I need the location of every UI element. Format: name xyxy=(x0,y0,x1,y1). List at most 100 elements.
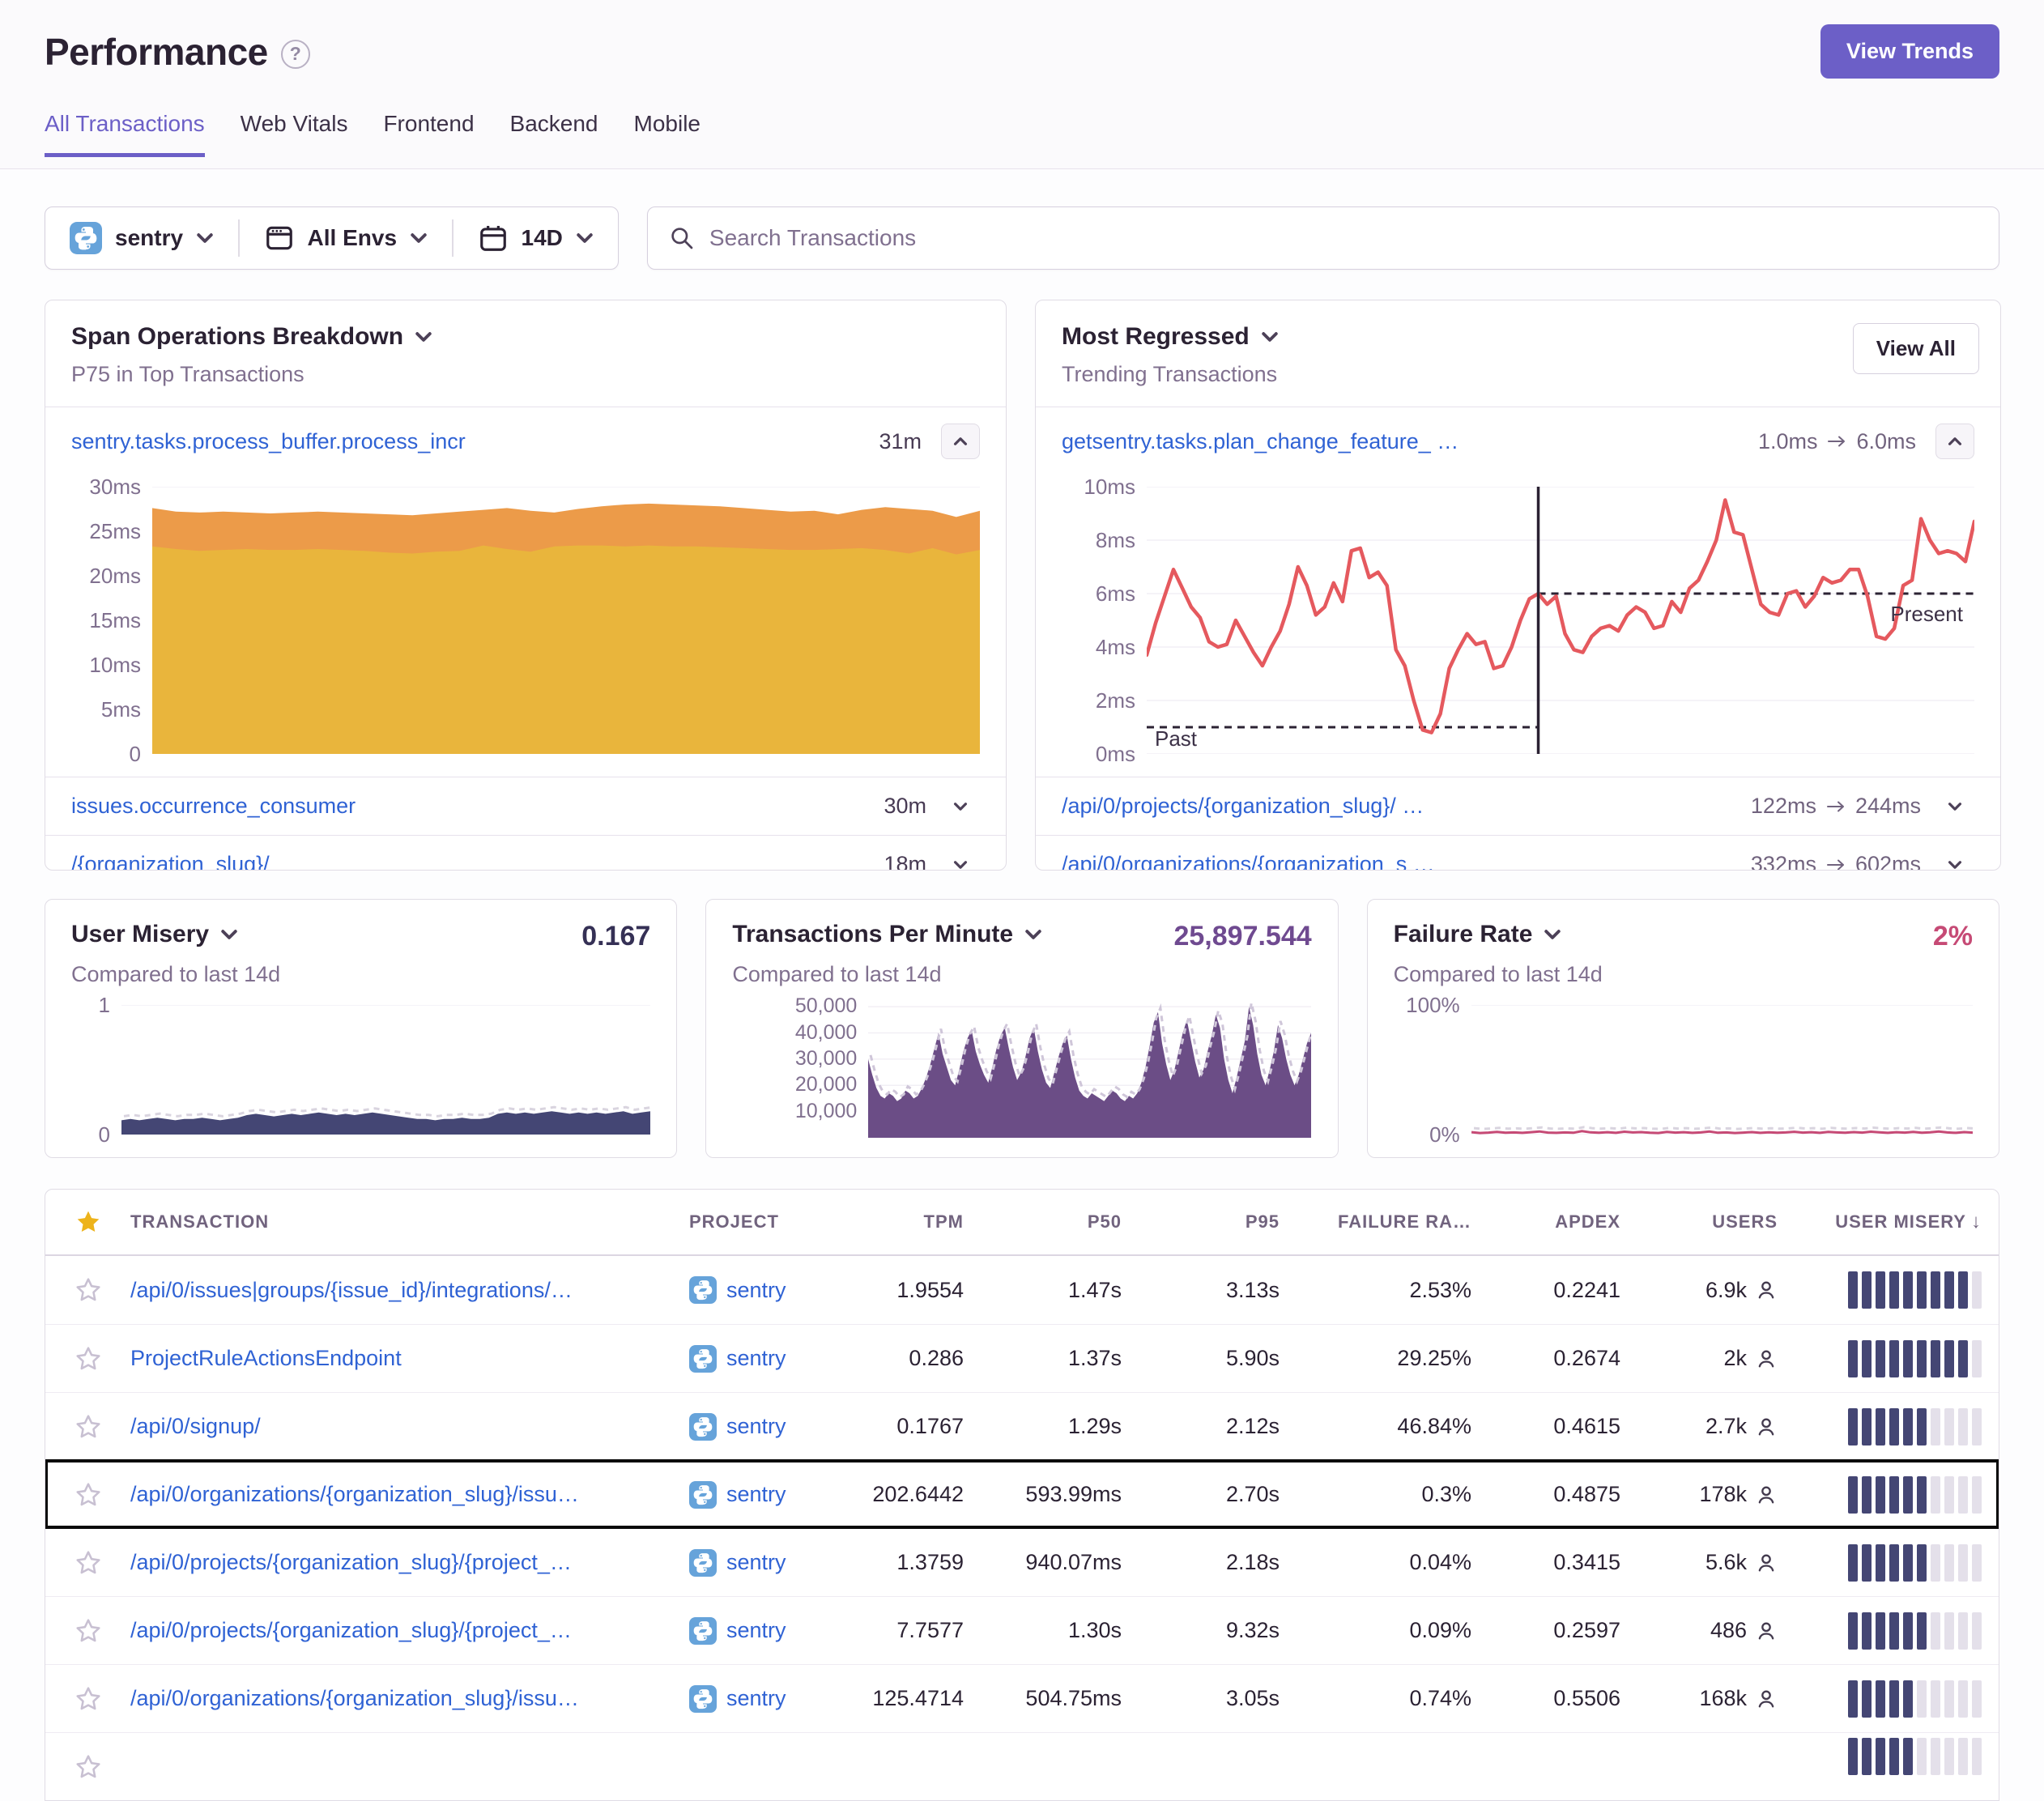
table-row[interactable]: /api/0/issues|groups/{issue_id}/integrat… xyxy=(45,1256,1999,1324)
view-all-button[interactable]: View All xyxy=(1853,323,1979,374)
apdex-cell: 0.2674 xyxy=(1476,1346,1625,1371)
users-count: 6.9k xyxy=(1705,1278,1747,1303)
project-link[interactable]: sentry xyxy=(689,1345,859,1373)
project-name: sentry xyxy=(726,1346,786,1371)
table-row[interactable]: /api/0/signup/ sentry 0.1767 1.29s 2.12s… xyxy=(45,1392,1999,1460)
column-header[interactable]: PROJECT xyxy=(689,1211,859,1233)
transaction-link[interactable]: /api/0/organizations/{organization_slug}… xyxy=(130,1686,689,1711)
star-header-icon[interactable] xyxy=(75,1208,102,1236)
star-icon[interactable] xyxy=(75,1345,102,1373)
column-header[interactable]: USERS xyxy=(1625,1211,1782,1233)
column-header[interactable]: P95 xyxy=(1126,1211,1284,1233)
user-icon xyxy=(1755,1620,1778,1642)
column-header[interactable]: TPM xyxy=(859,1211,969,1233)
user-misery-value: 0.167 xyxy=(581,921,650,952)
column-header[interactable]: TRANSACTION xyxy=(130,1211,689,1233)
user-misery-dropdown[interactable]: User Misery xyxy=(71,921,238,948)
failure-rate-dropdown[interactable]: Failure Rate xyxy=(1394,921,1562,948)
view-trends-button[interactable]: View Trends xyxy=(1820,24,1999,79)
transaction-link[interactable]: /api/0/signup/ xyxy=(130,1414,689,1439)
project-link[interactable]: sentry xyxy=(689,1617,859,1645)
transaction-link[interactable]: /{organization_slug}/ xyxy=(71,852,869,871)
tpm-dropdown[interactable]: Transactions Per Minute xyxy=(732,921,1042,948)
collapse-toggle-button[interactable] xyxy=(941,424,980,459)
star-icon[interactable] xyxy=(75,1481,102,1509)
star-icon[interactable] xyxy=(75,1685,102,1713)
tpm-cell: 202.6442 xyxy=(859,1482,969,1507)
failure-rate-value: 2% xyxy=(1933,921,1973,952)
failure-rate-cell: 29.25% xyxy=(1284,1346,1476,1371)
column-header[interactable]: P50 xyxy=(969,1211,1126,1233)
users-count: 486 xyxy=(1710,1618,1747,1643)
table-row[interactable] xyxy=(45,1732,1999,1800)
regression-chart: 10ms8ms6ms4ms2ms0msPastPresent xyxy=(1062,487,1974,754)
axis-tick-label: 10ms xyxy=(89,653,141,678)
environment-selector[interactable]: All Envs xyxy=(240,223,452,253)
project-link[interactable]: sentry xyxy=(689,1413,859,1441)
column-header[interactable]: APDEX xyxy=(1476,1211,1625,1233)
star-icon[interactable] xyxy=(75,1276,102,1304)
project-link[interactable]: sentry xyxy=(689,1481,859,1509)
user-misery-score xyxy=(1782,1408,1998,1445)
python-project-icon xyxy=(70,222,102,254)
apdex-cell: 0.2597 xyxy=(1476,1618,1625,1643)
star-icon[interactable] xyxy=(75,1617,102,1645)
users-cell: 6.9k xyxy=(1625,1278,1782,1303)
axis-tick-label: 50,000 xyxy=(795,994,857,1018)
transaction-link[interactable]: /api/0/projects/{organization_slug}/{pro… xyxy=(130,1550,689,1575)
transaction-link[interactable]: ProjectRuleActionsEndpoint xyxy=(130,1346,689,1371)
tpm-card: Transactions Per Minute 25,897.544 Compa… xyxy=(705,899,1338,1158)
transaction-link[interactable]: getsentry.tasks.plan_change_feature_ … xyxy=(1062,429,1744,454)
axis-tick-label: 6ms xyxy=(1096,581,1135,607)
expand-toggle-button[interactable] xyxy=(1935,860,1974,870)
star-icon[interactable] xyxy=(75,1413,102,1441)
transaction-link[interactable]: /api/0/organizations/{organization_s … xyxy=(1062,852,1736,871)
transaction-link[interactable]: /api/0/issues|groups/{issue_id}/integrat… xyxy=(130,1278,689,1303)
project-selector[interactable]: sentry xyxy=(45,222,238,254)
failure-rate-cell: 0.09% xyxy=(1284,1618,1476,1643)
column-header[interactable]: USER MISERY↓ xyxy=(1782,1211,1998,1233)
table-row[interactable]: /api/0/projects/{organization_slug}/{pro… xyxy=(45,1596,1999,1664)
transaction-link[interactable]: issues.occurrence_consumer xyxy=(71,794,869,819)
tab-frontend[interactable]: Frontend xyxy=(383,111,474,157)
user-misery-score xyxy=(1782,1738,1998,1775)
axis-tick-label: 15ms xyxy=(89,608,141,633)
project-link[interactable]: sentry xyxy=(689,1685,859,1713)
project-link[interactable]: sentry xyxy=(689,1549,859,1577)
transaction-link[interactable]: /api/0/projects/{organization_slug}/{pro… xyxy=(130,1618,689,1643)
tab-mobile[interactable]: Mobile xyxy=(634,111,700,157)
project-link[interactable]: sentry xyxy=(689,1276,859,1304)
tab-all-transactions[interactable]: All Transactions xyxy=(45,111,205,157)
table-row[interactable]: /api/0/organizations/{organization_slug}… xyxy=(45,1664,1999,1732)
span-operations-title-dropdown[interactable]: Span Operations Breakdown xyxy=(71,323,980,351)
collapse-toggle-button[interactable] xyxy=(1935,424,1974,459)
table-row[interactable]: ProjectRuleActionsEndpoint sentry 0.286 … xyxy=(45,1324,1999,1392)
transaction-link[interactable]: /api/0/organizations/{organization_slug}… xyxy=(130,1482,689,1507)
transaction-link[interactable]: sentry.tasks.process_buffer.process_incr xyxy=(71,429,864,454)
expand-toggle-button[interactable] xyxy=(941,802,980,811)
date-range-selector[interactable]: 14D xyxy=(454,223,618,253)
apdex-cell: 0.5506 xyxy=(1476,1686,1625,1711)
search-bar[interactable] xyxy=(647,206,1999,270)
table-row[interactable]: /api/0/projects/{organization_slug}/{pro… xyxy=(45,1528,1999,1596)
failure-rate-subtitle: Compared to last 14d xyxy=(1394,962,1973,987)
column-header[interactable]: FAILURE RA… xyxy=(1284,1211,1476,1233)
tab-backend[interactable]: Backend xyxy=(510,111,598,157)
chevron-down-icon xyxy=(1948,860,1962,870)
table-row[interactable]: /api/0/organizations/{organization_slug}… xyxy=(45,1460,1999,1528)
regression-to: 602ms xyxy=(1855,852,1921,871)
help-icon[interactable]: ? xyxy=(281,40,310,69)
star-icon[interactable] xyxy=(75,1549,102,1577)
sort-descending-icon: ↓ xyxy=(1971,1211,1982,1233)
tpm-cell: 125.4714 xyxy=(859,1686,969,1711)
most-regressed-title-dropdown[interactable]: Most Regressed xyxy=(1062,323,1974,351)
user-icon xyxy=(1755,1279,1778,1301)
transaction-link[interactable]: /api/0/projects/{organization_slug}/ … xyxy=(1062,794,1736,819)
page-header: Performance ? View Trends All Transactio… xyxy=(0,0,2044,169)
chevron-up-icon xyxy=(953,436,968,446)
expand-toggle-button[interactable] xyxy=(941,860,980,870)
search-input[interactable] xyxy=(709,225,1978,251)
star-icon[interactable] xyxy=(75,1753,102,1781)
expand-toggle-button[interactable] xyxy=(1935,802,1974,811)
tab-web-vitals[interactable]: Web Vitals xyxy=(241,111,348,157)
